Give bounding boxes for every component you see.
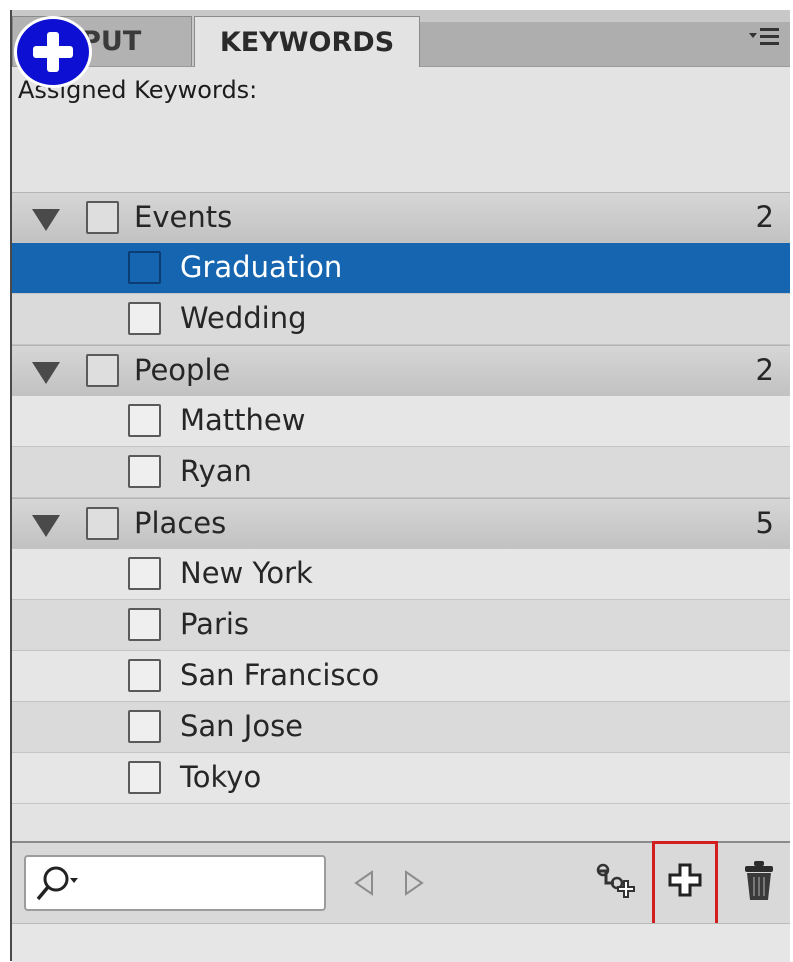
category-label: People [134,353,231,387]
keyword-row[interactable]: New York [12,549,790,600]
triangle-left-icon[interactable] [352,869,376,902]
disclosure-triangle-icon[interactable] [32,515,60,537]
keyword-label: Wedding [180,301,307,335]
panel-menu-icon[interactable] [744,22,784,52]
keyword-label: Ryan [180,454,252,488]
keyword-category-row[interactable]: People 2 [12,345,790,396]
keyword-category-row[interactable]: Events 2 [12,192,790,243]
keyword-label: Graduation [180,250,343,284]
search-field[interactable] [24,855,326,911]
keyword-label: San Francisco [180,658,380,692]
keyword-row[interactable]: Wedding [12,294,790,345]
keywords-panel: TPUT KEYWORDS Assigned Keywords: Events 2… [10,10,790,962]
panel-footer [12,923,790,962]
keyword-checkbox[interactable] [128,404,161,437]
category-label: Events [134,200,233,234]
keyword-list: Events 2 Graduation Wedding People 2 Matthew Ry… [12,192,790,804]
keyword-row[interactable]: Ryan [12,447,790,498]
keyword-label: San Jose [180,709,304,743]
keyword-label: Matthew [180,403,306,437]
disclosure-triangle-icon[interactable] [32,209,60,231]
keyword-row[interactable]: San Jose [12,702,790,753]
keyword-row[interactable]: Paris [12,600,790,651]
keyword-label: Paris [180,607,250,641]
disclosure-triangle-icon[interactable] [32,362,60,384]
keyword-label: New York [180,556,313,590]
keyword-checkbox[interactable] [128,455,161,488]
keyword-checkbox[interactable] [128,251,161,284]
keyword-row[interactable]: Matthew [12,396,790,447]
keyword-category-row[interactable]: Places 5 [12,498,790,549]
category-count: 2 [755,200,774,234]
trash-icon[interactable] [742,859,776,903]
tab-keywords[interactable]: KEYWORDS [194,16,420,67]
keyword-row[interactable]: San Francisco [12,651,790,702]
keyword-row[interactable]: Tokyo [12,753,790,804]
new-sub-keyword-icon[interactable] [594,863,636,903]
search-input[interactable] [86,863,320,905]
plus-circle-icon [14,16,92,88]
category-checkbox[interactable] [86,201,119,234]
category-count: 2 [755,353,774,387]
keyword-checkbox[interactable] [128,710,161,743]
keyword-row[interactable]: Graduation [12,243,790,294]
keyword-checkbox[interactable] [128,302,161,335]
plus-icon[interactable] [668,861,702,899]
magnifier-dropdown-icon[interactable] [34,865,80,908]
keyword-checkbox[interactable] [128,761,161,794]
category-checkbox[interactable] [86,354,119,387]
keyword-checkbox[interactable] [128,659,161,692]
bottom-toolbar [12,841,790,929]
category-label: Places [134,506,227,540]
tab-bar-fill [420,22,790,66]
triangle-right-icon[interactable] [402,869,426,902]
tab-bar: TPUT KEYWORDS [12,10,790,67]
category-checkbox[interactable] [86,507,119,540]
keyword-checkbox[interactable] [128,557,161,590]
keyword-label: Tokyo [180,760,262,794]
tab-keywords-label: KEYWORDS [219,26,395,58]
category-count: 5 [755,506,774,540]
keyword-checkbox[interactable] [128,608,161,641]
